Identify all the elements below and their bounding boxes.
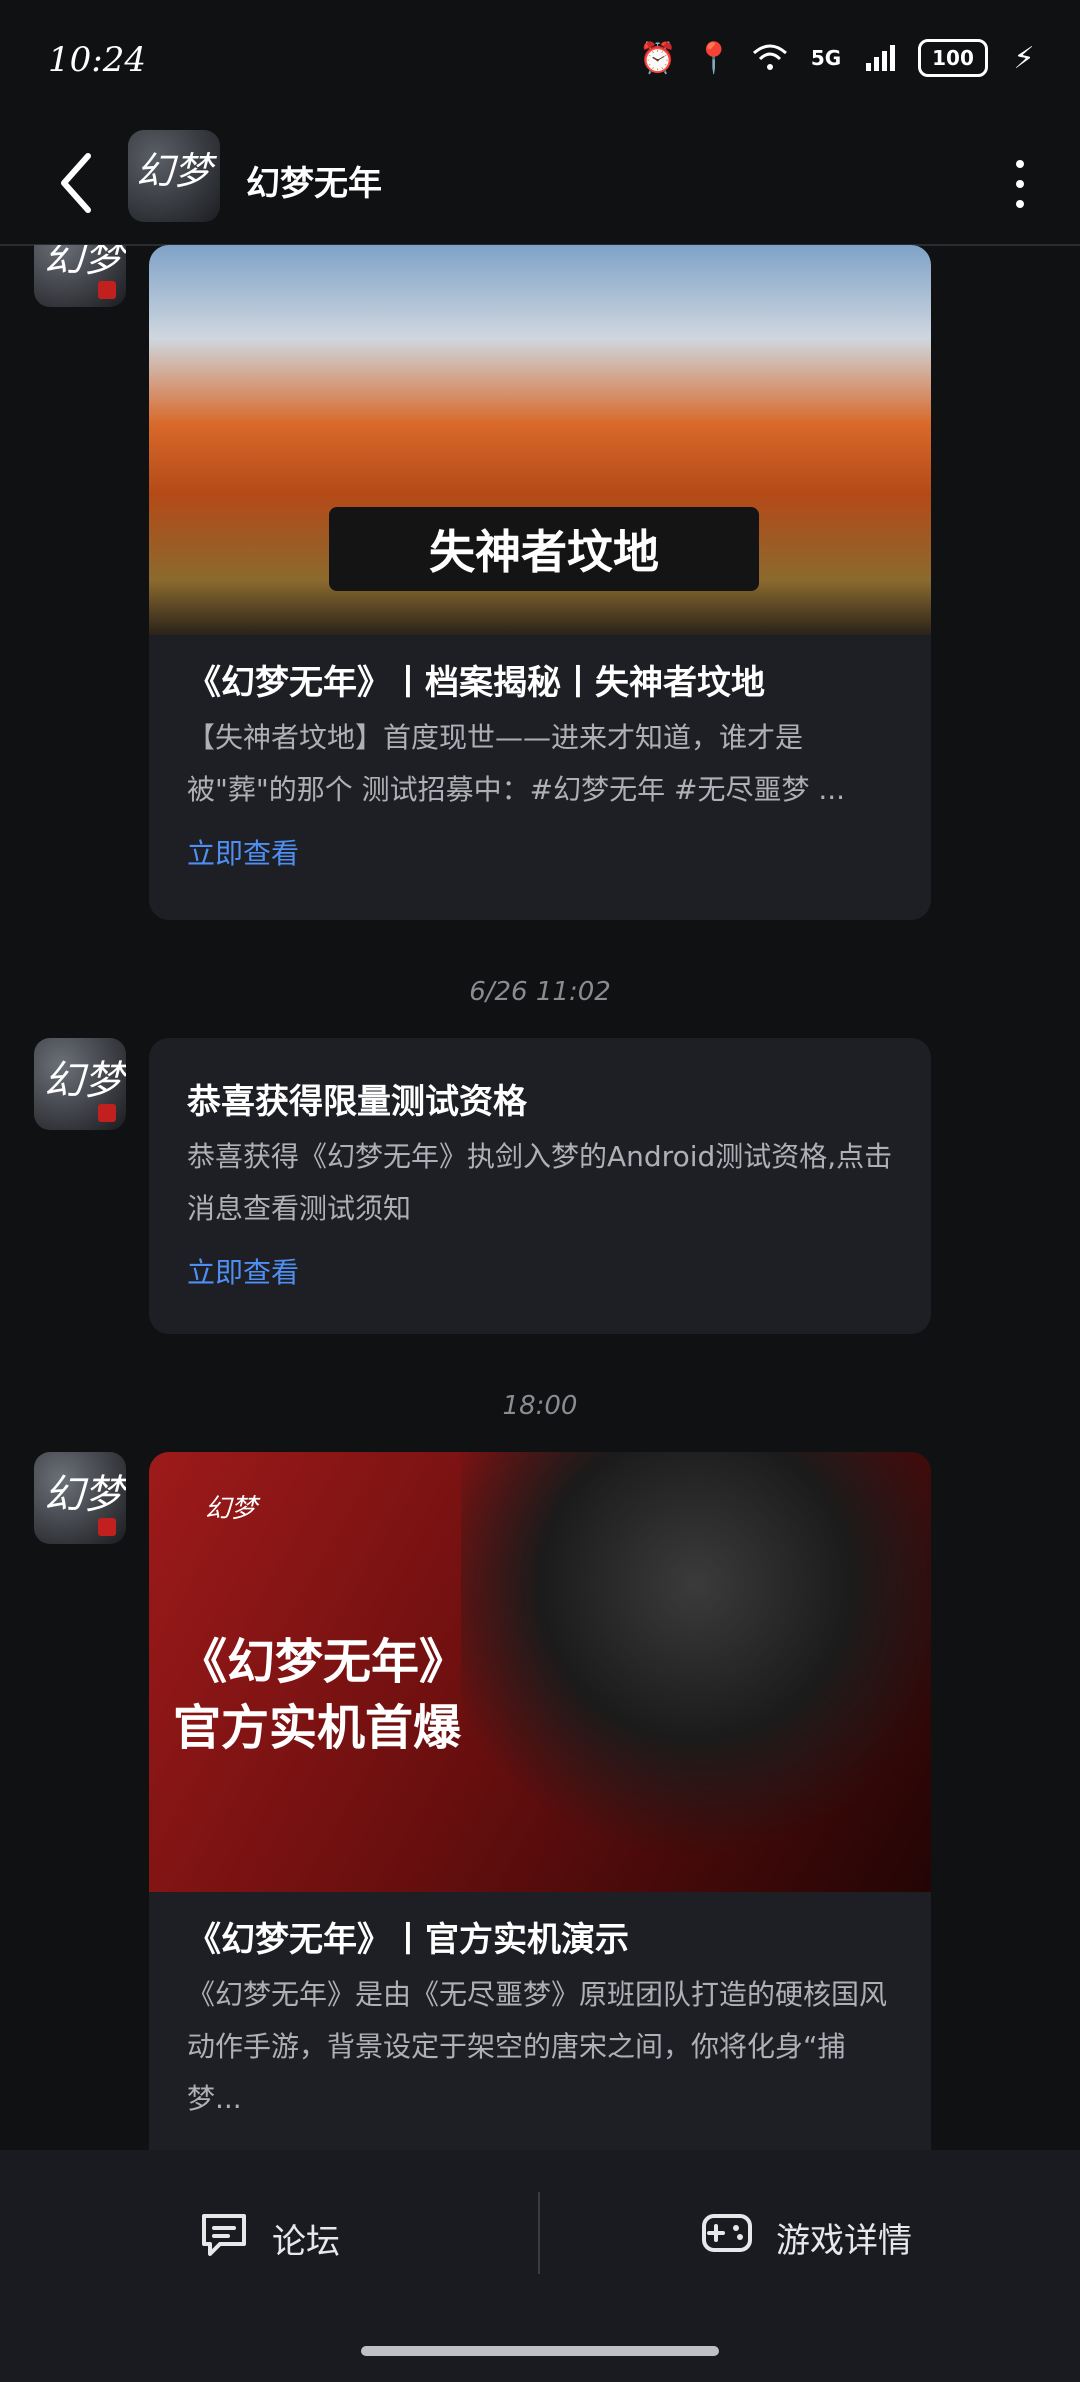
back-icon[interactable] xyxy=(46,148,116,218)
location-icon: 📍 xyxy=(695,40,733,76)
timestamp: 6/26 11:02 xyxy=(469,977,611,1007)
message-avatar[interactable]: 幻梦 xyxy=(34,1038,126,1130)
forum-tab[interactable]: 论坛 xyxy=(198,2210,340,2267)
message-description: 【失神者坟地】首度现世——进来才知道，谁才是被"葬"的那个 测试招募中：#幻梦无… xyxy=(187,721,846,806)
character-illustration xyxy=(461,1452,931,1892)
gamepad-icon xyxy=(700,2210,754,2265)
message-card[interactable]: 失神者坟地 《幻梦无年》丨档案揭秘丨失神者坟地 【失神者坟地】首度现世——进来才… xyxy=(149,245,931,920)
image-title-text: 《幻梦无年》 xyxy=(179,1634,468,1690)
message-title: 恭喜获得限量测试资格 xyxy=(187,1082,527,1122)
message-card[interactable]: 幻梦 《幻梦无年》 官方实机首爆 《幻梦无年》丨官方实机演示 《幻梦无年》是由《… xyxy=(149,1452,931,2150)
view-now-link[interactable]: 立即查看 xyxy=(149,1235,931,1327)
autumn-graveyard-image: 失神者坟地 xyxy=(149,245,931,635)
message-avatar[interactable]: 幻梦 xyxy=(34,245,126,307)
tab-divider xyxy=(538,2192,540,2274)
view-now-link[interactable]: 立即查看 xyxy=(149,816,931,908)
message-title: 《幻梦无年》丨官方实机演示 xyxy=(187,1920,629,1960)
app-logo: 幻梦 xyxy=(136,149,213,193)
chat-bubble-icon xyxy=(198,2210,250,2267)
image-banner-text: 失神者坟地 xyxy=(329,507,759,591)
message-card[interactable]: 恭喜获得限量测试资格 恭喜获得《幻梦无年》执剑入梦的Android测试资格,点击… xyxy=(149,1038,931,1334)
game-details-label: 游戏详情 xyxy=(776,2221,912,2261)
signal-icon xyxy=(862,38,902,78)
home-indicator[interactable] xyxy=(361,2346,719,2356)
wifi-icon xyxy=(750,38,790,78)
app-avatar[interactable]: 幻梦 xyxy=(128,130,220,222)
message-description: 《幻梦无年》是由《无尽噩梦》原班团队打造的硬核国风动作手游，背景设定于架空的唐宋… xyxy=(187,1978,888,2115)
image-subtitle-text: 官方实机首爆 xyxy=(173,1700,462,1756)
game-details-tab[interactable]: 游戏详情 xyxy=(700,2210,912,2265)
status-bar: 10:24 ⏰ 📍 5G 100 ⚡ xyxy=(0,0,1080,120)
charging-icon: ⚡ xyxy=(1013,40,1035,76)
message-avatar[interactable]: 幻梦 xyxy=(34,1452,126,1544)
timestamp: 18:00 xyxy=(502,1391,578,1421)
alarm-icon: ⏰ xyxy=(639,40,677,76)
message-description: 恭喜获得《幻梦无年》执剑入梦的Android测试资格,点击消息查看测试须知 xyxy=(187,1140,893,1225)
message-list[interactable]: 幻梦 失神者坟地 《幻梦无年》丨档案揭秘丨失神者坟地 【失神者坟地】首度现世——… xyxy=(0,245,1080,2150)
page-title: 幻梦无年 xyxy=(246,164,382,204)
more-options-icon[interactable] xyxy=(1008,160,1032,208)
image-logo: 幻梦 xyxy=(205,1494,258,1524)
status-time: 10:24 xyxy=(48,40,146,80)
message-title: 《幻梦无年》丨档案揭秘丨失神者坟地 xyxy=(187,663,765,703)
gameplay-reveal-image: 幻梦 《幻梦无年》 官方实机首爆 xyxy=(149,1452,931,1892)
header: 幻梦 幻梦无年 xyxy=(0,120,1080,246)
battery-icon: 100 xyxy=(918,39,988,77)
forum-label: 论坛 xyxy=(272,2222,340,2262)
status-icons: ⏰ 📍 5G 100 ⚡ xyxy=(638,38,1044,78)
network-label: 5G xyxy=(810,46,842,70)
